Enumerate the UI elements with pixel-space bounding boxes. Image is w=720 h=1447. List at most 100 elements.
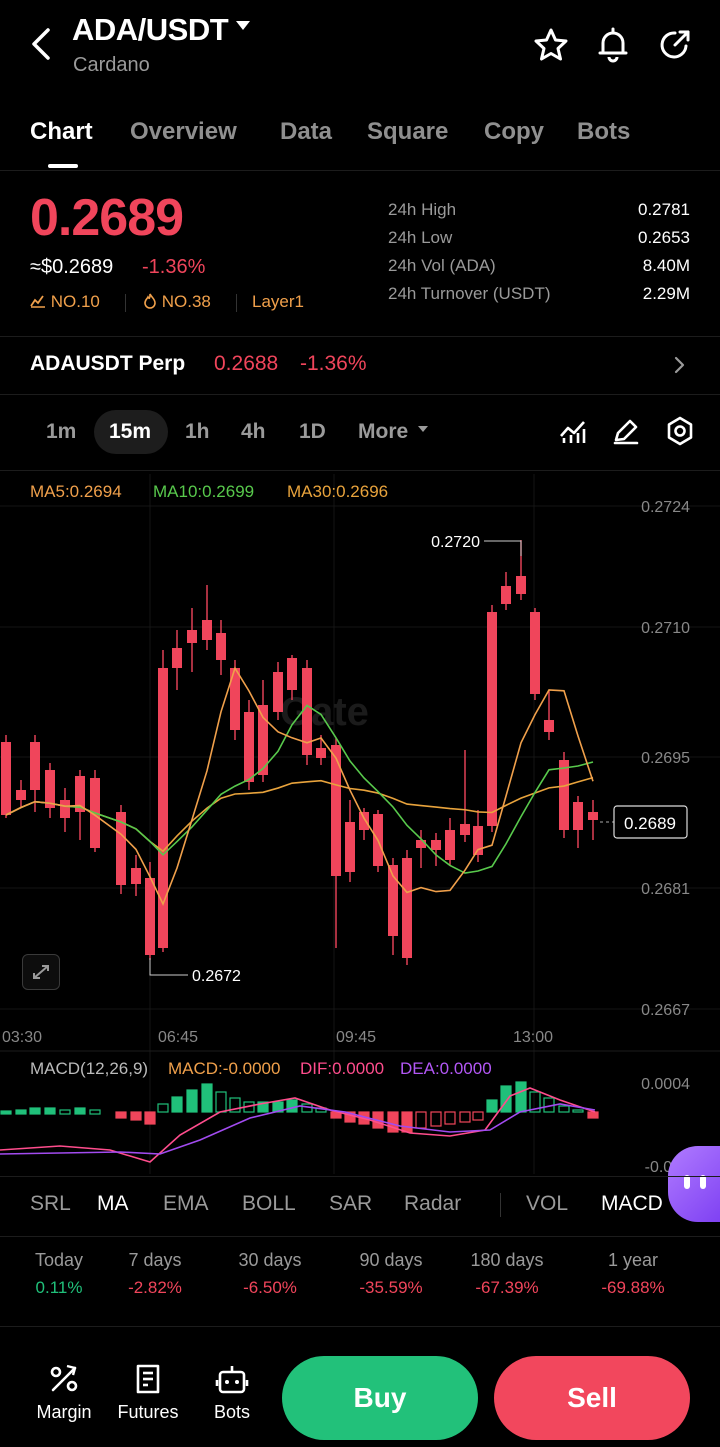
sell-button[interactable]: Sell [494,1356,690,1440]
indicator-chart-icon [560,421,586,443]
divider [236,294,237,312]
x-tick-label: 09:45 [336,1029,376,1046]
performance-label: 1 year [607,1250,659,1270]
rank-tag[interactable]: NO.10 [30,292,100,312]
macd-histogram-bar [472,1111,484,1121]
current-price-label: 0.2689 [624,814,676,833]
tab-data[interactable]: Data [280,118,332,146]
bots-icon [215,1366,249,1394]
interval-more[interactable]: More [358,420,429,444]
caret-down-icon [236,21,251,31]
macd-histogram-bar [15,1109,27,1115]
perp-link-row[interactable]: ADAUSDT Perp 0.2688 -1.36% [0,340,720,390]
candle-body [460,824,470,835]
tab-overview[interactable]: Overview [130,118,237,146]
candle-body [588,812,598,820]
candle-body [273,672,283,712]
macd-legend-title: MACD(12,26,9) [30,1059,149,1078]
interval-15m[interactable]: 15m [109,420,151,444]
price-change: -1.36% [142,256,206,278]
pair-selector[interactable]: ADA/USDT [72,12,251,48]
performance-value: -2.82% [128,1278,182,1297]
divider [0,1326,720,1327]
hot-tag[interactable]: NO.38 [143,292,211,312]
macd-histogram-bar [130,1111,142,1121]
macd-histogram-bar [186,1089,198,1113]
stat-turnover-value: 2.29M [642,284,690,303]
margin-button[interactable]: Margin [24,1362,104,1423]
macd-histogram-bar [89,1109,101,1115]
divider [0,470,720,471]
indicator-boll[interactable]: BOLL [242,1192,296,1216]
interval-1m[interactable]: 1m [46,420,76,444]
indicator-button[interactable] [558,416,588,446]
pencil-icon [613,419,639,445]
ma5-legend: MA5:0.2694 [30,482,122,501]
buy-button[interactable]: Buy [282,1356,478,1440]
indicator-ema[interactable]: EMA [163,1192,209,1216]
candle-body [345,822,355,872]
last-price: 0.2689 [30,189,184,247]
macd-histogram-bar [572,1109,584,1113]
performance-value: -35.59% [359,1278,423,1297]
tab-bots[interactable]: Bots [577,118,630,146]
indicator-vol[interactable]: VOL [526,1192,568,1216]
macd-legend-macd: MACD:-0.0000 [168,1059,281,1078]
macd-histogram-bar [587,1111,599,1119]
perp-price: 0.2688 [214,352,279,375]
candle-body [573,802,583,830]
bots-label: Bots [213,1402,251,1422]
divider [0,1236,720,1237]
chart-settings-button[interactable] [665,416,695,446]
candle-body [402,858,412,958]
margin-label: Margin [36,1402,92,1422]
alert-button[interactable] [594,26,632,64]
interval-1h[interactable]: 1h [185,420,210,444]
candle-body [516,576,526,594]
performance-label: 180 days [470,1250,544,1270]
rank-value: NO.10 [50,292,100,311]
divider [125,294,126,312]
draw-button[interactable] [611,416,641,446]
candle-body [202,620,212,640]
divider [0,394,720,395]
tab-square[interactable]: Square [367,118,448,146]
candle-body [216,633,226,660]
fullscreen-button[interactable] [22,954,60,990]
futures-button[interactable]: Futures [108,1362,188,1423]
candle-body [16,790,26,800]
back-button[interactable] [22,22,62,66]
macd-histogram-bar [144,1111,156,1125]
macd-histogram-bar [215,1091,227,1113]
flame-icon [144,293,156,309]
indicator-ma[interactable]: MA [97,1192,129,1216]
y-tick-label: 0.2667 [641,1002,690,1019]
stat-high-label: 24h High [388,200,457,219]
x-tick-label: 13:00 [513,1029,553,1046]
candle-body [431,840,441,850]
indicator-sar[interactable]: SAR [329,1192,372,1216]
interval-4h[interactable]: 4h [241,420,266,444]
sector-tag[interactable]: Layer1 [252,292,304,312]
performance-label: Today [34,1250,84,1270]
stat-vol-label: 24h Vol (ADA) [388,256,496,275]
tab-copy[interactable]: Copy [484,118,544,146]
indicator-macd[interactable]: MACD [601,1192,663,1216]
interval-more-label: More [358,420,409,443]
share-button[interactable] [656,26,694,64]
macd-histogram-bar [415,1111,427,1129]
favorite-button[interactable] [532,26,570,64]
assistant-bubble[interactable] [668,1146,720,1222]
indicator-radar[interactable]: Radar [404,1192,461,1216]
tab-chart[interactable]: Chart [30,118,93,146]
interval-1d[interactable]: 1D [299,420,326,444]
low-price-label: 0.2672 [192,968,241,985]
stat-low-label: 24h Low [388,228,453,247]
stat-low-value: 0.2653 [638,228,690,247]
candle-body [287,658,297,690]
macd-histogram-bar [171,1096,183,1113]
indicator-srl[interactable]: SRL [30,1192,71,1216]
bots-button[interactable]: Bots [192,1362,272,1423]
back-icon [32,28,50,60]
y-tick-label: 0.2724 [641,499,690,516]
